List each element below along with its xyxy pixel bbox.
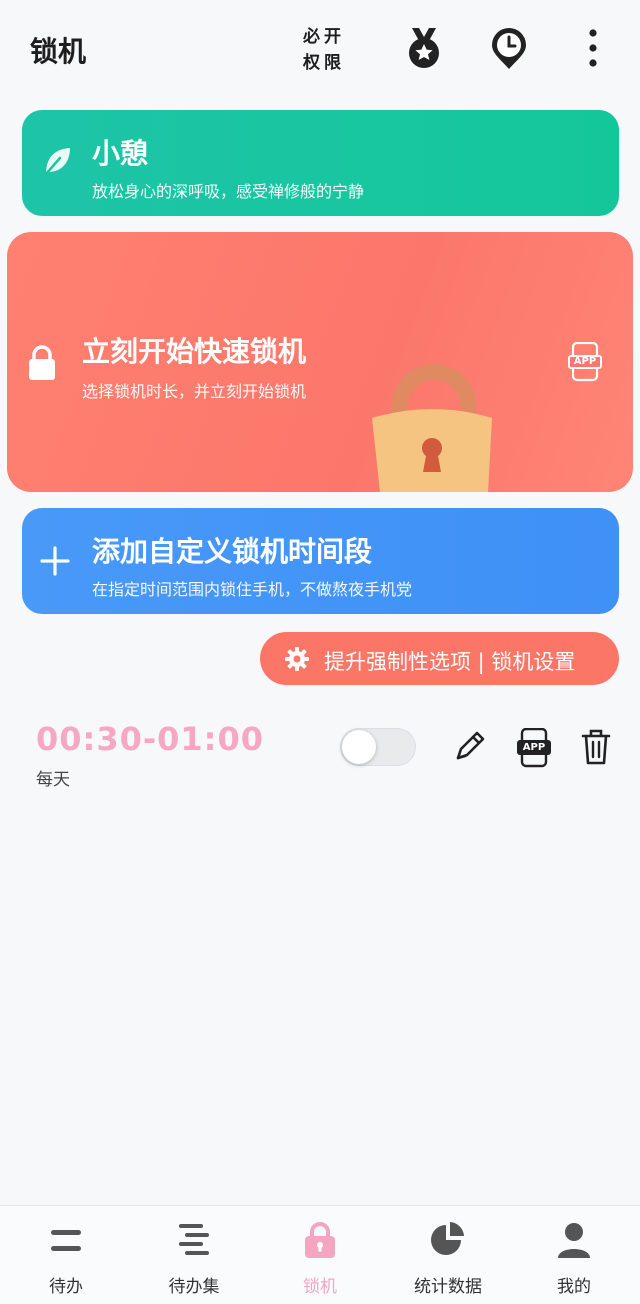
schedule-row: 00:30-01:00 每天 APP [0,710,640,800]
schedule-toggle[interactable] [340,728,416,766]
schedule-time-range: 00:30-01:00 [36,720,264,758]
tab-todo[interactable]: 待办 [2,1206,130,1304]
app-whitelist-button[interactable]: APP [568,342,602,382]
page-title: 锁机 [30,35,87,68]
tab-stats[interactable]: 统计数据 [384,1206,512,1304]
todo-set-icon [179,1224,209,1255]
app-badge-label: APP [522,742,546,753]
bottom-tab-bar: 待办 待办集 锁机 统计数据 我的 [0,1205,640,1304]
custom-lock-period-card[interactable]: 添加自定义锁机时间段 在指定时间范围内锁住手机，不做熬夜手机党 [22,508,619,614]
quick-lock-subtitle: 选择锁机时长，并立刻开始锁机 [82,382,307,401]
schedule-repeat: 每天 [36,770,70,790]
tab-label: 锁机 [303,1277,337,1297]
clock-pin-icon[interactable] [489,25,529,71]
quick-lock-card[interactable]: 立刻开始快速锁机 选择锁机时长，并立刻开始锁机 APP [7,232,633,492]
rest-card[interactable]: 小憩 放松身心的深呼吸，感受禅修般的宁静 [22,110,619,216]
tab-todo-set[interactable]: 待办集 [130,1206,258,1304]
required-permissions-button[interactable]: 必开 权限 [298,24,350,76]
stats-icon [431,1222,464,1255]
lock-icon [305,1222,335,1258]
permissions-label-line2: 权限 [303,53,345,73]
permissions-label-line1: 必开 [303,27,345,47]
lock-settings-button[interactable]: 提升强制性选项 | 锁机设置 [260,632,619,685]
medal-icon[interactable] [404,25,444,71]
tab-profile[interactable]: 我的 [510,1206,638,1304]
rest-subtitle: 放松身心的深呼吸，感受禅修般的宁静 [92,182,365,201]
gear-icon [285,647,309,671]
tab-label: 统计数据 [414,1277,482,1297]
more-options-icon[interactable] [578,25,608,71]
rest-title: 小憩 [92,137,149,170]
padlock-illustration [372,364,492,492]
toggle-knob [342,730,376,764]
plus-icon [40,546,70,576]
profile-icon [558,1223,590,1258]
custom-lock-subtitle: 在指定时间范围内锁住手机，不做熬夜手机党 [92,580,413,599]
tab-label: 待办 [49,1277,83,1297]
todo-icon [51,1230,81,1251]
trash-icon[interactable] [580,728,612,766]
top-bar: 锁机 必开 权限 [0,0,640,100]
app-badge-label: APP [573,356,597,367]
edit-icon[interactable] [452,728,488,764]
quick-lock-title: 立刻开始快速锁机 [82,335,307,368]
tab-lock[interactable]: 锁机 [256,1206,384,1304]
padlock-icon [29,345,55,380]
schedule-app-whitelist-button[interactable]: APP [517,728,551,768]
tab-label: 我的 [557,1277,591,1297]
lock-settings-label: 提升强制性选项 | 锁机设置 [324,650,576,674]
tab-label: 待办集 [168,1277,220,1297]
custom-lock-title: 添加自定义锁机时间段 [92,535,373,568]
leaf-icon [44,148,70,176]
